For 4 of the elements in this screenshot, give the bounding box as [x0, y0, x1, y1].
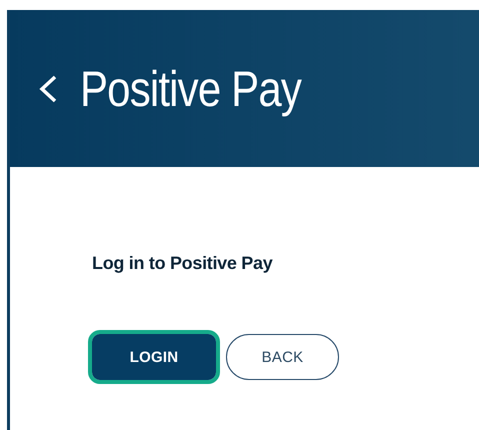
login-heading: Log in to Positive Pay — [92, 253, 274, 274]
back-button[interactable]: BACK — [226, 334, 339, 380]
login-button[interactable]: LOGIN — [92, 334, 216, 380]
page-title: Positive Pay — [80, 60, 302, 118]
